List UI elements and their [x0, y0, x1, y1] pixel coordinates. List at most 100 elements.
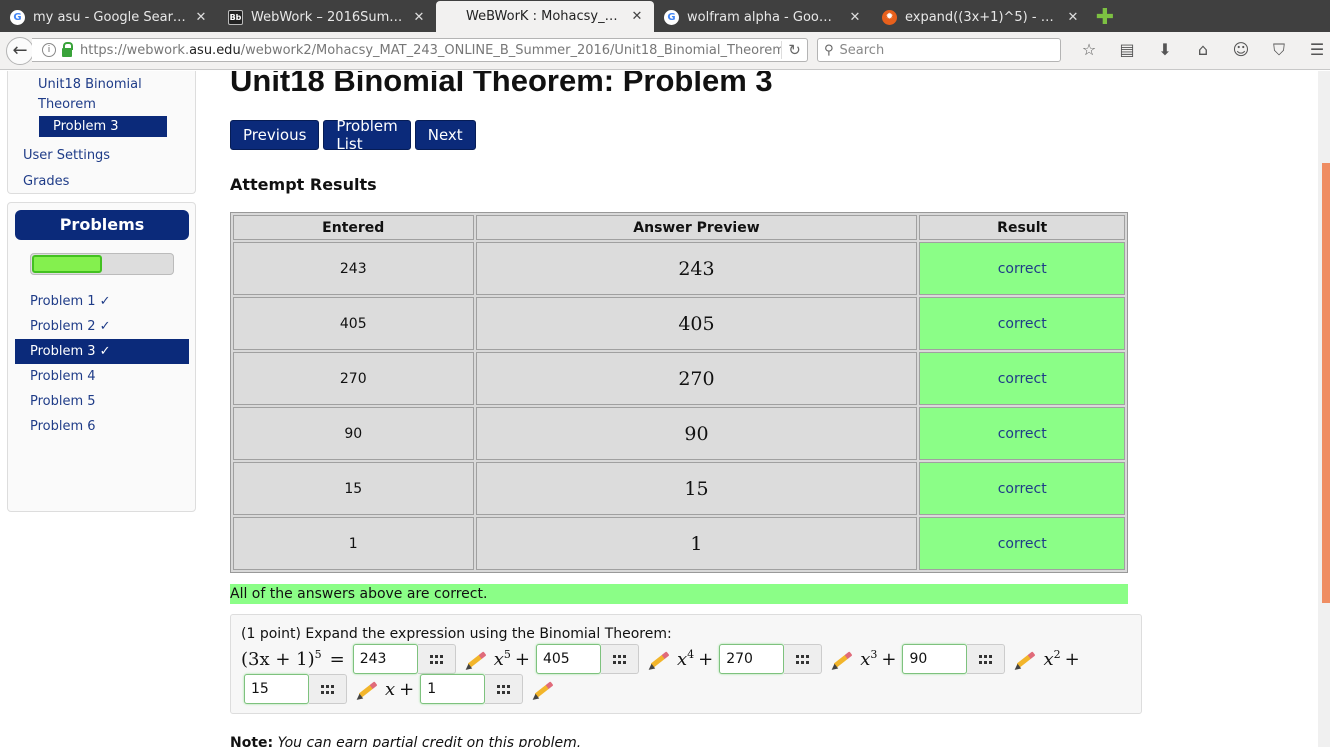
toolbar-icons: ☆ ▤ ⬇ ⌂ ☺ ⛉ ☰: [1070, 40, 1330, 60]
term-power: 2: [1053, 648, 1061, 661]
equation-editor-icon[interactable]: [485, 674, 524, 704]
pocket-icon[interactable]: ⛉: [1260, 40, 1298, 60]
tab-wolfram-expand[interactable]: ✹ expand((3x+1)^5) - Wol... ✕: [872, 2, 1090, 32]
pencil-icon[interactable]: [355, 679, 379, 699]
plus-sign: +: [698, 648, 714, 670]
sidebar-current-problem[interactable]: Problem 3: [39, 116, 167, 137]
sidebar-problem-3[interactable]: Problem 3 ✓: [15, 339, 189, 364]
info-icon[interactable]: i: [42, 43, 56, 57]
term-var: x: [1043, 649, 1054, 670]
progress-bar-fill: [32, 255, 102, 273]
browser-nav-bar: ← i https://webwork.asu.edu/webwork2/Moh…: [0, 32, 1330, 70]
equation-editor-icon[interactable]: [417, 644, 456, 674]
download-icon[interactable]: ⬇: [1146, 40, 1184, 60]
search-placeholder: Search: [839, 42, 885, 58]
column-header-result: Result: [919, 215, 1125, 240]
answer-input-3[interactable]: 270: [719, 644, 785, 674]
term-var: x: [860, 649, 871, 670]
sidebar-problem-2[interactable]: Problem 2 ✓: [15, 314, 189, 339]
back-arrow-icon[interactable]: ←: [6, 36, 34, 65]
problems-panel: Problems Problem 1 ✓ Problem 2 ✓ Problem 3…: [7, 202, 196, 512]
previous-button[interactable]: Previous: [230, 120, 320, 150]
cell-preview: 405: [475, 297, 918, 350]
google-icon: G: [664, 9, 679, 25]
expression-power: 5: [314, 648, 322, 661]
new-tab-icon[interactable]: ✚: [1090, 2, 1120, 32]
tab-webwork-blackboard[interactable]: Bb WebWork – 2016Summer... ✕: [218, 2, 436, 32]
reload-icon[interactable]: ↻: [781, 41, 807, 59]
plus-sign: +: [881, 648, 897, 670]
sidebar-user-settings[interactable]: User Settings: [23, 148, 110, 163]
equation-editor-icon[interactable]: [967, 644, 1006, 674]
equation-editor-icon[interactable]: [309, 674, 347, 704]
equation-editor-icon[interactable]: [784, 644, 823, 674]
sidebar-grades[interactable]: Grades: [23, 174, 69, 189]
cell-result: correct: [919, 462, 1125, 515]
column-header-preview: Answer Preview: [475, 215, 918, 240]
bookmark-star-icon[interactable]: ☆: [1070, 40, 1108, 60]
wolfram-icon: ✹: [882, 9, 897, 25]
cell-entered: 270: [233, 352, 474, 405]
sidebar-set-link[interactable]: Unit18 Binomial Theorem: [38, 75, 148, 115]
close-icon[interactable]: ✕: [412, 10, 426, 25]
reading-list-icon[interactable]: ▤: [1108, 40, 1146, 60]
tab-wolfram-google[interactable]: G wolfram alpha - Google... ✕: [654, 2, 872, 32]
answer-input-2[interactable]: 405: [535, 644, 601, 674]
answer-input-4[interactable]: 90: [902, 644, 968, 674]
problems-title: Problems: [15, 210, 189, 240]
term-x3: x3: [860, 648, 877, 670]
term-x2: x2: [1043, 648, 1060, 670]
close-icon[interactable]: ✕: [194, 10, 208, 25]
tab-title: WebWork – 2016Summer...: [251, 9, 404, 25]
equation-editor-icon[interactable]: [600, 644, 639, 674]
tab-my-asu[interactable]: G my asu - Google Search ✕: [0, 2, 218, 32]
problem-list: Problem 1 ✓ Problem 2 ✓ Problem 3 ✓ Problem…: [15, 289, 189, 439]
attempt-results-heading: Attempt Results: [230, 175, 377, 194]
home-icon[interactable]: ⌂: [1184, 40, 1222, 60]
problem-nav-buttons: Previous Problem List Next: [230, 117, 476, 153]
tab-title: wolfram alpha - Google...: [687, 9, 840, 25]
blackboard-icon: Bb: [228, 9, 243, 25]
pencil-icon[interactable]: [531, 679, 555, 699]
sidebar-problem-4[interactable]: Problem 4: [15, 364, 189, 389]
term-power: 3: [870, 648, 878, 661]
cell-result: correct: [919, 517, 1125, 570]
next-button[interactable]: Next: [414, 120, 476, 150]
pencil-icon[interactable]: [647, 649, 671, 669]
scrollbar-thumb[interactable]: [1322, 163, 1330, 603]
sidebar-problem-1[interactable]: Problem 1 ✓: [15, 289, 189, 314]
search-input[interactable]: ⚲ Search: [817, 38, 1061, 62]
plus-sign: +: [514, 648, 530, 670]
pencil-icon[interactable]: [1013, 649, 1037, 669]
answer-input-5[interactable]: 15: [244, 674, 309, 704]
all-correct-message: All of the answers above are correct.: [230, 584, 1128, 604]
cell-entered: 15: [233, 462, 474, 515]
column-header-entered: Entered: [233, 215, 474, 240]
plus-sign: +: [1064, 648, 1080, 670]
url-bar[interactable]: i https://webwork.asu.edu/webwork2/Mohac…: [32, 38, 808, 62]
url-domain: asu.edu: [189, 42, 241, 58]
answer-input-6[interactable]: 1: [420, 674, 486, 704]
cell-preview: 90: [475, 407, 918, 460]
scrollbar[interactable]: [1318, 71, 1330, 747]
close-icon[interactable]: ✕: [630, 9, 644, 24]
menu-icon[interactable]: ☰: [1298, 40, 1330, 60]
url-text[interactable]: https://webwork.asu.edu/webwork2/Mohacsy…: [80, 43, 781, 58]
pencil-icon[interactable]: [464, 649, 488, 669]
table-row: 90 90 correct: [233, 407, 1125, 460]
pencil-icon[interactable]: [830, 649, 854, 669]
browser-tab-bar: G my asu - Google Search ✕ Bb WebWork – …: [0, 0, 1330, 32]
lock-icon: [62, 41, 73, 57]
tab-title: expand((3x+1)^5) - Wol...: [905, 9, 1058, 25]
tab-webwork-active[interactable]: WeBWorK : Mohacsy_MAT_... ✕: [436, 1, 654, 32]
close-icon[interactable]: ✕: [848, 10, 862, 25]
cell-entered: 90: [233, 407, 474, 460]
sidebar-problem-5[interactable]: Problem 5: [15, 389, 189, 414]
problem-list-button[interactable]: Problem List: [323, 117, 411, 153]
sidebar-problem-6[interactable]: Problem 6: [15, 414, 189, 439]
cell-entered: 1: [233, 517, 474, 570]
close-icon[interactable]: ✕: [1066, 10, 1080, 25]
google-icon: G: [10, 9, 25, 25]
answer-input-1[interactable]: 243: [352, 644, 418, 674]
chat-icon[interactable]: ☺: [1222, 40, 1260, 60]
